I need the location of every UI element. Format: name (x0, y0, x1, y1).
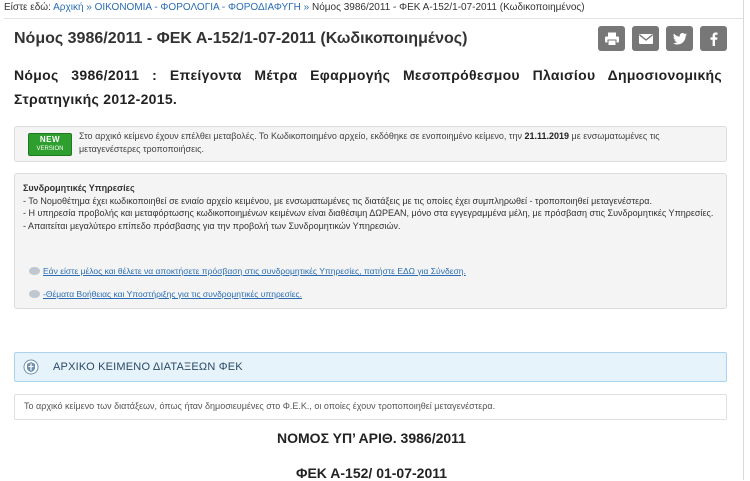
breadcrumb: Είστε εδώ: Αρχική » ΟΙΚΟΝΟΜΙΑ - ΦΟΡΟΛΟΓΙ… (4, 2, 585, 13)
subscription-line: - Το Νομοθέτημα έχει κωδικοποιηθεί σε εν… (23, 195, 652, 206)
breadcrumb-separator: » (86, 2, 92, 13)
original-text-panel-header[interactable]: ΑΡΧΙΚΟ ΚΕΙΜΕΝΟ ΔΙΑΤΑΞΕΩΝ ΦΕΚ (14, 352, 727, 382)
panel-title: ΑΡΧΙΚΟ ΚΕΙΜΕΝΟ ΔΙΑΤΑΞΕΩΝ ΦΕΚ (53, 361, 243, 373)
original-text-note: Το αρχικό κείμενο των διατάξεων, όπως ήτ… (14, 394, 727, 420)
breadcrumb-home-link[interactable]: Αρχική (53, 2, 83, 13)
help-link[interactable]: -Θέματα Βοήθειας και Υποστήριξης για τις… (29, 289, 302, 299)
print-icon (604, 32, 619, 46)
document-heading: ΝΟΜΟΣ ΥΠ’ ΑΡΙΘ. 3986/2011 (277, 430, 466, 446)
login-link-text: Εάν είστε μέλος και θέλετε να αποκτήσετε… (43, 266, 466, 276)
help-link-text: -Θέματα Βοήθειας και Υποστήριξης για τις… (43, 289, 302, 299)
breadcrumb-prefix: Είστε εδώ: (4, 2, 51, 13)
badge-label-new: NEW (39, 135, 61, 144)
notice-text-before: Στο αρχικό κείμενο έχουν επέλθει μεταβολ… (79, 131, 525, 141)
subscription-services-box: Συνδρομητικές Υπηρεσίες - Το Νομοθέτημα … (14, 173, 727, 309)
login-link[interactable]: Εάν είστε μέλος και θέλετε να αποκτήσετε… (29, 266, 466, 276)
print-button[interactable] (598, 26, 625, 51)
greek-emblem-icon (23, 359, 39, 375)
page-title: Νόμος 3986/2011 - ΦΕΚ Α-152/1-07-2011 (Κ… (14, 30, 468, 47)
notice-text: Στο αρχικό κείμενο έχουν επέλθει μεταβολ… (79, 130, 719, 156)
twitter-icon (672, 32, 687, 44)
original-text-note-text: Το αρχικό κείμενο των διατάξεων, όπως ήτ… (24, 401, 496, 411)
breadcrumb-category-link[interactable]: ΟΙΚΟΝΟΜΙΑ - ΦΟΡΟΛΟΓΙΑ - ΦΟΡΟΔΙΑΦΥΓΗ (95, 2, 301, 13)
subscription-line: - Η υπηρεσία προβολής και μεταφόρτωσης κ… (23, 208, 714, 218)
facebook-icon (710, 32, 717, 46)
notice-date: 21.11.2019 (524, 131, 570, 141)
subscription-line: - Απαιτείται μεγαλύτερο επίπεδο πρόσβαση… (23, 220, 401, 231)
email-icon (638, 33, 653, 44)
divider (4, 18, 743, 19)
comment-bubble-icon (29, 267, 40, 275)
breadcrumb-separator: » (303, 2, 310, 13)
comment-bubble-icon (29, 290, 40, 298)
email-button[interactable] (632, 26, 659, 51)
breadcrumb-current: Νόμος 3986/2011 - ΦΕΚ Α-152/1-07-2011 (Κ… (312, 2, 585, 13)
document-fek: ΦΕΚ Α-152/ 01-07-2011 (295, 465, 448, 481)
subscription-title: Συνδρομητικές Υπηρεσίες (23, 183, 135, 193)
law-subtitle: Νόμος 3986/2011 : Επείγοντα Μέτρα Εφαρμο… (14, 67, 722, 107)
facebook-button[interactable] (700, 26, 727, 51)
badge-label-version: VERSION (36, 146, 64, 152)
new-version-notice: NEW VERSION Στο αρχικό κείμενο έχουν επέ… (14, 126, 727, 162)
twitter-button[interactable] (666, 26, 693, 51)
new-version-badge: NEW VERSION (28, 133, 72, 156)
